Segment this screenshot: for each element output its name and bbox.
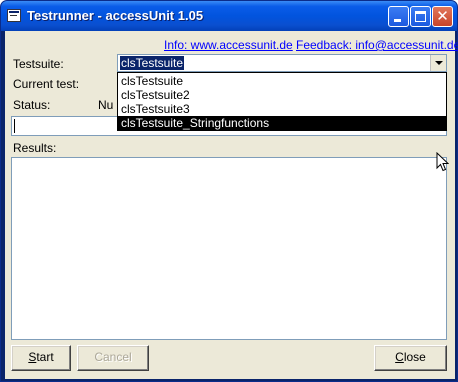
info-link[interactable]: Info: www.accessunit.de xyxy=(164,38,293,52)
feedback-link[interactable]: Feedback: info@accessunit.de xyxy=(296,38,458,52)
dropdown-option[interactable]: clsTestsuite xyxy=(118,74,446,88)
close-button[interactable]: Close xyxy=(374,345,447,371)
testsuite-selected-value[interactable]: clsTestsuite xyxy=(120,56,185,70)
start-button[interactable]: Start xyxy=(11,345,71,371)
results-box[interactable] xyxy=(11,157,447,340)
form-body: Info: www.accessunit.de Feedback: info@a… xyxy=(5,31,458,379)
minimize-button[interactable] xyxy=(388,6,409,27)
testrunner-window: Testrunner - accessUnit 1.05 ✕ Info: www… xyxy=(0,0,458,382)
close-label: lose xyxy=(403,350,426,364)
cancel-button[interactable]: Cancel xyxy=(77,345,149,371)
dropdown-option-selected[interactable]: clsTestsuite_Stringfunctions xyxy=(118,116,446,130)
current-test-label: Current test: xyxy=(13,77,80,91)
form-icon[interactable] xyxy=(7,9,21,22)
testsuite-label: Testsuite: xyxy=(13,57,64,71)
testsuite-dropdown-list[interactable]: clsTestsuite clsTestsuite2 clsTestsuite3… xyxy=(117,72,447,131)
close-window-button[interactable]: ✕ xyxy=(432,6,453,27)
minimize-icon xyxy=(394,19,401,22)
cancel-label: Cancel xyxy=(94,350,132,364)
maximize-button[interactable] xyxy=(410,6,431,27)
title-bar[interactable]: Testrunner - accessUnit 1.05 ✕ xyxy=(1,1,457,31)
dropdown-option[interactable]: clsTestsuite2 xyxy=(118,88,446,102)
status-value: Nu xyxy=(98,98,114,112)
close-mnemonic: C xyxy=(395,350,404,364)
start-label: tart xyxy=(36,350,54,364)
maximize-icon xyxy=(415,11,426,22)
close-icon: ✕ xyxy=(436,7,449,25)
chevron-down-icon[interactable] xyxy=(430,55,446,71)
window-title: Testrunner - accessUnit 1.05 xyxy=(27,8,204,23)
status-label: Status: xyxy=(13,98,51,112)
testsuite-combobox[interactable]: clsTestsuite xyxy=(117,54,447,72)
mouse-pointer-icon xyxy=(436,152,449,172)
dropdown-option[interactable]: clsTestsuite3 xyxy=(118,102,446,116)
text-caret xyxy=(14,119,15,133)
results-label: Results: xyxy=(13,141,57,155)
